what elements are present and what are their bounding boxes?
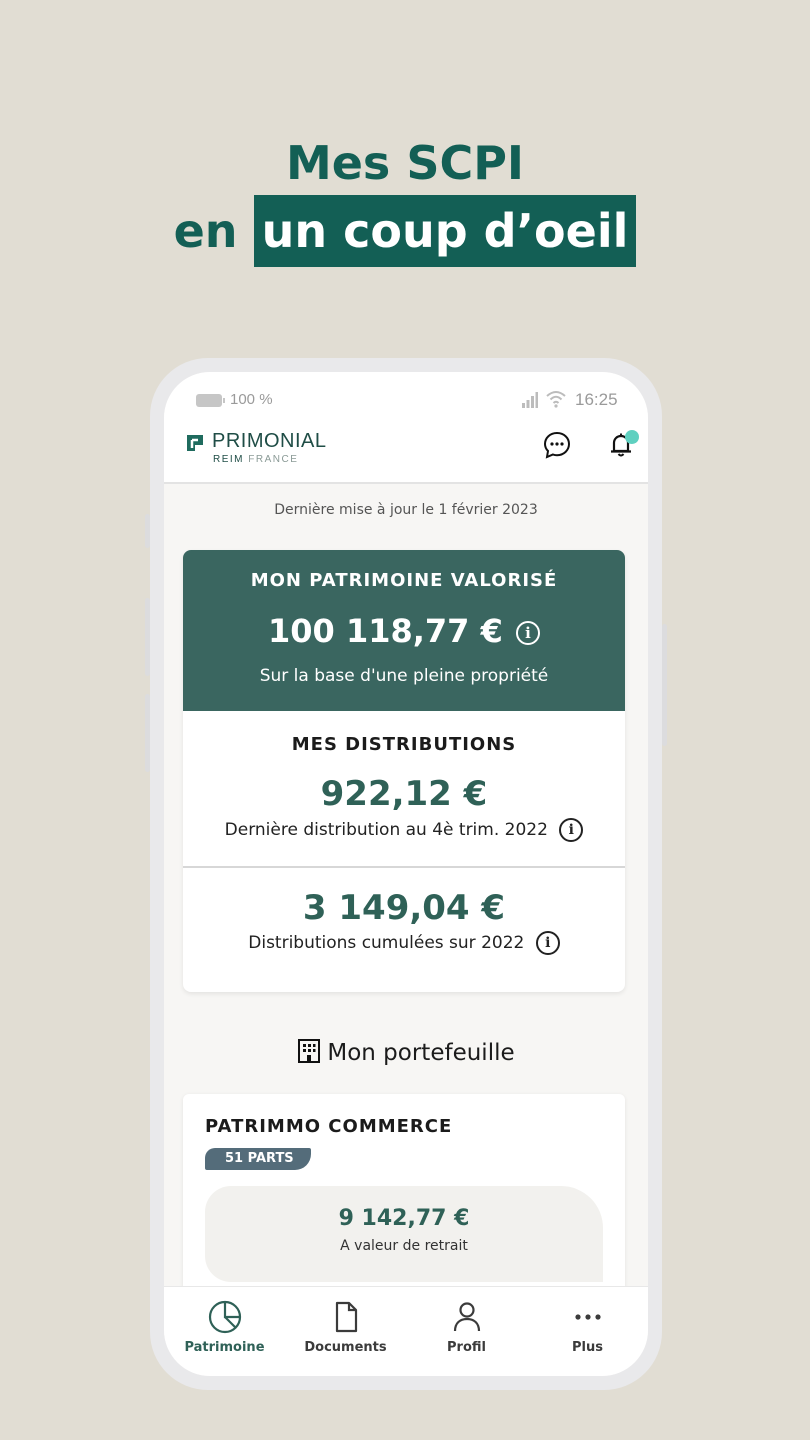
scpi-value: 9 142,77 € [338, 1206, 470, 1231]
phone-side-button [145, 514, 150, 548]
headline-highlight: un coup d’oeil [253, 195, 637, 267]
portfolio-title: Mon portefeuille [327, 1040, 515, 1066]
headline-line-2: en un coup d’oeil [0, 195, 810, 267]
notification-dot [625, 430, 639, 444]
more-icon [575, 1314, 601, 1320]
phone-side-button [662, 624, 667, 746]
parts-badge: 51 PARTS [205, 1148, 311, 1170]
last-update-text: Dernière mise à jour le 1 février 2023 [274, 502, 538, 518]
last-distribution-amount: 922,12 € [320, 774, 488, 814]
info-icon[interactable]: i [559, 818, 584, 842]
patrimoine-title: MON PATRIMOINE VALORISÉ [250, 570, 558, 591]
logo-sub-france: FRANCE [248, 454, 299, 465]
nav-label: Patrimoine [184, 1340, 265, 1355]
logo-brand: PRIMONIAL [212, 430, 327, 452]
phone-side-button [145, 694, 150, 772]
nav-profil[interactable]: Profil [406, 1287, 527, 1376]
scpi-name: PATRIMMO COMMERCE [205, 1116, 453, 1137]
patrimoine-panel: MON PATRIMOINE VALORISÉ 100 118,77 € i S… [183, 550, 625, 711]
cumulative-distribution-row: Distributions cumulées sur 2022 i [183, 931, 625, 955]
headline-line-1: Mes SCPI [285, 136, 525, 190]
patrimoine-amount-row: 100 118,77 € i [183, 612, 625, 650]
logo-subtitle: REIM FRANCE [213, 454, 298, 465]
nav-label: Documents [304, 1340, 387, 1355]
promo-headline: Mes SCPI en un coup d’oeil [0, 135, 810, 267]
last-distribution-label: Dernière distribution au 4è trim. 2022 [224, 820, 548, 840]
nav-label: Plus [572, 1340, 603, 1355]
scpi-value-label: A valeur de retrait [340, 1238, 468, 1254]
chat-icon[interactable] [542, 430, 572, 460]
building-icon [298, 1039, 321, 1063]
headline-prefix: en [173, 204, 238, 258]
cumulative-distribution-label: Distributions cumulées sur 2022 [248, 933, 525, 953]
phone-side-button [145, 598, 150, 676]
logo-sub-reim: REIM [213, 454, 244, 465]
bottom-navigation: Patrimoine Documents Profil Plus [164, 1286, 648, 1376]
app-header: PRIMONIAL REIM FRANCE [164, 428, 648, 484]
patrimoine-amount: 100 118,77 € [268, 612, 503, 650]
battery-icon [196, 394, 225, 407]
document-icon [335, 1301, 358, 1333]
last-distribution-row: Dernière distribution au 4è trim. 2022 i [183, 818, 625, 842]
signal-icon [522, 392, 538, 408]
wifi-icon [546, 391, 566, 408]
scpi-value-box: 9 142,77 € A valeur de retrait [205, 1186, 603, 1282]
divider [183, 866, 625, 868]
info-icon[interactable]: i [535, 931, 560, 955]
patrimoine-subtitle: Sur la base d'une pleine propriété [259, 666, 549, 686]
phone-frame: 100 % 16:25 PRIMONIAL REIM FRANCE Derniè… [145, 358, 667, 1390]
portfolio-heading: Mon portefeuille [164, 1038, 648, 1066]
pie-chart-icon [208, 1300, 242, 1334]
app-screen: 100 % 16:25 PRIMONIAL REIM FRANCE Derniè… [164, 372, 648, 1376]
primonial-logo[interactable]: PRIMONIAL REIM FRANCE [184, 430, 354, 472]
nav-documents[interactable]: Documents [285, 1287, 406, 1376]
info-icon[interactable]: i [515, 621, 540, 645]
logo-mark-icon [187, 435, 203, 451]
nav-patrimoine[interactable]: Patrimoine [164, 1287, 285, 1376]
summary-card: MON PATRIMOINE VALORISÉ 100 118,77 € i S… [183, 550, 625, 992]
user-icon [453, 1302, 481, 1332]
distributions-title: MES DISTRIBUTIONS [291, 734, 517, 755]
clock: 16:25 [575, 390, 618, 409]
nav-label: Profil [447, 1340, 486, 1355]
cumulative-distribution-amount: 3 149,04 € [302, 888, 506, 928]
battery-percentage: 100 % [230, 391, 273, 408]
status-bar: 100 % 16:25 [164, 372, 648, 428]
nav-plus[interactable]: Plus [527, 1287, 648, 1376]
